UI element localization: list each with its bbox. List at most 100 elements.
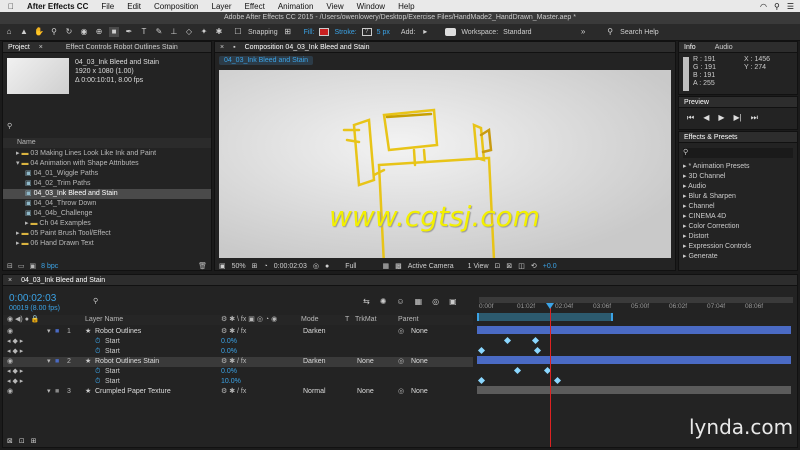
effects-category[interactable]: ▸ Expression Controls: [683, 242, 795, 252]
property-row[interactable]: ◂ ◆ ▸ ⏱ Start 10.0%: [3, 377, 473, 387]
switches-icon[interactable]: ⚙ ✱ \ fx ▣ ◎ ◔ ◉: [221, 315, 277, 325]
effects-category[interactable]: ▸ Distort: [683, 232, 795, 242]
tab-project[interactable]: Project: [8, 44, 30, 51]
layer-duration-bar[interactable]: [477, 356, 791, 364]
project-search-input[interactable]: ⚲: [7, 122, 207, 132]
switches-icon[interactable]: ⚙ ✱ / fx: [221, 387, 246, 397]
composition-mini-flowchart-icon[interactable]: ⇆: [363, 297, 370, 306]
camera-tool-icon[interactable]: ◉: [79, 27, 89, 37]
snapping-checkbox[interactable]: ☐: [233, 27, 243, 37]
project-list-item[interactable]: ▸ ▬ Ch 04 Examples: [3, 219, 211, 229]
layer-name[interactable]: Robot Outlines: [95, 327, 141, 337]
project-list-item[interactable]: ▸ ▬ 06 Hand Drawn Text: [3, 239, 211, 249]
menu-composition[interactable]: Composition: [154, 2, 198, 11]
graph-editor-icon[interactable]: ▣: [449, 297, 457, 306]
keyframe[interactable]: [477, 376, 486, 385]
search-help-input[interactable]: Search Help: [620, 29, 659, 36]
close-icon[interactable]: ×: [220, 44, 224, 51]
layer-duration-bar[interactable]: [477, 326, 791, 334]
keyframe[interactable]: [477, 346, 486, 355]
motion-blur-icon[interactable]: ◎: [432, 297, 439, 306]
eraser-tool-icon[interactable]: ◇: [184, 27, 194, 37]
project-list-item[interactable]: ▣ 04_02_Trim Paths: [3, 179, 211, 189]
effects-category[interactable]: ▸ Color Correction: [683, 222, 795, 232]
type-tool-icon[interactable]: T: [139, 27, 149, 37]
timeline-timecode[interactable]: 0:00:02:03: [9, 293, 56, 304]
menu-file[interactable]: File: [101, 2, 114, 11]
work-area-range[interactable]: [477, 313, 613, 321]
project-list-item[interactable]: ▣ 04_04b_Challenge: [3, 209, 211, 219]
eye-icon[interactable]: ◉: [7, 387, 13, 397]
zoom-tool-icon[interactable]: ⚲: [49, 27, 59, 37]
layer-row[interactable]: ◉ ▾ ■ 2 ★ Robot Outlines Stain ⚙ ✱ / fx Darken N…: [3, 357, 473, 367]
puppet-tool-icon[interactable]: ✱: [214, 27, 224, 37]
effects-category[interactable]: ▸ Audio: [683, 182, 795, 192]
menu-effect[interactable]: Effect: [245, 2, 265, 11]
project-list-item[interactable]: ▸ ▬ 05 Paint Brush Tool/Effect: [3, 229, 211, 239]
property-value[interactable]: 0.0%: [221, 367, 237, 377]
workspace-menu-icon[interactable]: »: [578, 27, 588, 37]
transfer-controls-icon[interactable]: ⊡: [19, 437, 25, 445]
rotate-tool-icon[interactable]: ↻: [64, 27, 74, 37]
close-icon[interactable]: ×: [39, 44, 43, 51]
keyframe[interactable]: [531, 336, 540, 345]
trkmat-select[interactable]: None: [357, 387, 374, 397]
column-name[interactable]: Name: [17, 139, 36, 146]
next-frame-icon[interactable]: ▶|: [734, 113, 742, 123]
expand-chevron-icon[interactable]: ▾: [47, 357, 51, 367]
comp-timecode[interactable]: 0:00:02:03: [274, 263, 307, 270]
frame-blending-icon[interactable]: ▦: [415, 297, 423, 306]
new-folder-icon[interactable]: ▭: [18, 262, 25, 270]
play-icon[interactable]: ▶: [718, 113, 724, 123]
menu-layer[interactable]: Layer: [212, 2, 232, 11]
stopwatch-icon[interactable]: ⏱: [95, 347, 100, 357]
keyframe[interactable]: [553, 376, 562, 385]
region-icon[interactable]: ▦: [382, 262, 389, 270]
bpc-label[interactable]: 8 bpc: [41, 263, 58, 270]
add-arrow-icon[interactable]: ▸: [420, 27, 430, 37]
stopwatch-icon[interactable]: ⏱: [95, 367, 100, 377]
always-preview-icon[interactable]: ▣: [219, 262, 226, 270]
new-comp-icon[interactable]: ▣: [30, 262, 37, 270]
comp-viewer[interactable]: www.cgtsj.com: [219, 70, 671, 258]
effects-category[interactable]: ▸ 3D Channel: [683, 172, 795, 182]
property-value[interactable]: 0.0%: [221, 347, 237, 357]
trash-icon[interactable]: 🗑: [198, 262, 207, 270]
rectangle-tool-icon[interactable]: ■: [109, 27, 119, 37]
layer-switches-toggle-icon[interactable]: ⊠: [7, 437, 13, 445]
eye-icon[interactable]: ◉: [7, 357, 13, 367]
trkmat-select[interactable]: None: [357, 357, 374, 367]
menu-view[interactable]: View: [326, 2, 343, 11]
views-select[interactable]: 1 View: [468, 263, 489, 270]
parent-select[interactable]: None: [411, 327, 428, 337]
previous-frame-icon[interactable]: ◀: [703, 113, 709, 123]
column-layer-name[interactable]: Layer Name: [85, 315, 123, 325]
zoom-select[interactable]: 50%: [232, 263, 246, 270]
menu-help[interactable]: Help: [398, 2, 414, 11]
stroke-swatch[interactable]: ?: [361, 28, 372, 36]
stroke-width-value[interactable]: 5 px: [377, 29, 390, 36]
apple-icon[interactable]: : [8, 2, 14, 11]
effects-category[interactable]: ▸ Blur & Sharpen: [683, 192, 795, 202]
tab-composition[interactable]: Composition 04_03_Ink Bleed and Stain: [245, 44, 370, 51]
layer-name[interactable]: Robot Outlines Stain: [95, 357, 159, 367]
spotlight-icon[interactable]: ⚲: [774, 2, 780, 11]
channel-icon[interactable]: ●: [325, 263, 329, 270]
toggle-icon[interactable]: ⊡: [495, 262, 501, 270]
playhead[interactable]: [550, 303, 551, 447]
property-row[interactable]: ◂ ◆ ▸ ⏱ Start 0.0%: [3, 367, 473, 377]
layer-name[interactable]: Crumpled Paper Texture: [95, 387, 171, 397]
fill-label[interactable]: Fill:: [304, 29, 315, 36]
menu-window[interactable]: Window: [357, 2, 385, 11]
mode-select[interactable]: Normal: [303, 387, 326, 397]
label-color-swatch[interactable]: ■: [55, 327, 59, 337]
keyframe-nav-icon[interactable]: ◂ ◆ ▸: [7, 367, 23, 377]
column-trkmat[interactable]: TrkMat: [355, 315, 377, 325]
workspace-select[interactable]: Standard: [503, 29, 573, 36]
keyframe[interactable]: [513, 366, 522, 375]
stopwatch-icon[interactable]: ⏱: [95, 337, 100, 347]
menu-animation[interactable]: Animation: [278, 2, 314, 11]
switches-icon[interactable]: ⚙ ✱ / fx: [221, 327, 246, 337]
column-t[interactable]: T: [345, 315, 349, 325]
playhead-handle[interactable]: [546, 303, 554, 309]
